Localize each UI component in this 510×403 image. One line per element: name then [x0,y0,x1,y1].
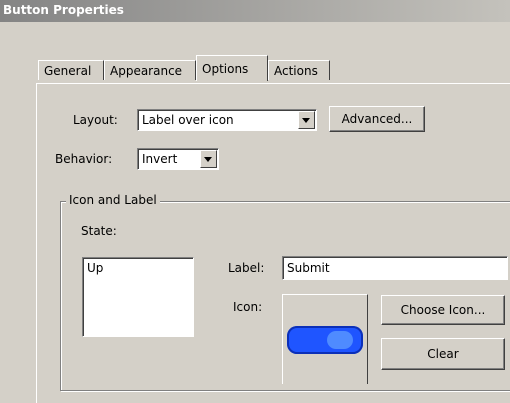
label-field-label: Label: [228,261,265,275]
icon-preview-well [282,294,368,384]
tab-appearance[interactable]: Appearance [104,60,196,80]
behavior-dropdown[interactable]: Invert [137,148,219,170]
tab-actions[interactable]: Actions [268,60,330,80]
label-text-field[interactable]: Submit [282,256,508,280]
button-properties-dialog: Button Properties General Appearance Opt… [0,0,510,403]
tab-options[interactable]: Options [196,55,268,81]
state-listbox[interactable]: Up [82,257,194,337]
chevron-down-icon[interactable] [298,111,315,129]
blue-pill-button-icon [287,326,363,354]
list-item[interactable]: Up [87,261,103,275]
icon-and-label-group-title: Icon and Label [66,193,160,207]
clear-button[interactable]: Clear [381,338,505,370]
state-label: State: [81,224,117,238]
behavior-value: Invert [142,152,178,166]
behavior-label: Behavior: [55,152,113,166]
title-bar[interactable]: Button Properties [0,0,510,22]
choose-icon-button[interactable]: Choose Icon... [381,295,505,325]
layout-dropdown[interactable]: Label over icon [137,109,317,131]
dialog-title: Button Properties [3,3,124,17]
label-text-value: Submit [287,261,330,275]
tab-general[interactable]: General [38,60,104,80]
layout-value: Label over icon [142,113,234,127]
chevron-down-icon[interactable] [200,150,217,168]
advanced-button[interactable]: Advanced... [329,106,425,132]
icon-label: Icon: [233,300,263,314]
layout-label: Layout: [73,113,118,127]
